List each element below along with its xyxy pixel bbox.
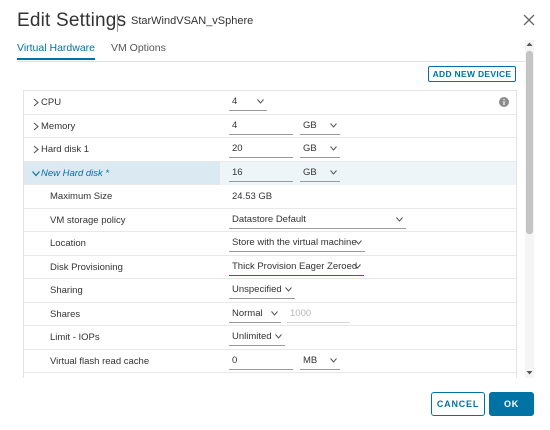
add-new-device-button[interactable]: ADD NEW DEVICE xyxy=(428,66,516,82)
chevron-down-icon xyxy=(396,216,403,222)
location-label: Location xyxy=(50,238,86,249)
limit-iops-row: Limit - IOPs Unlimited xyxy=(24,326,516,350)
scroll-down-arrow-icon[interactable] xyxy=(525,368,534,377)
close-icon[interactable] xyxy=(522,13,536,27)
chevron-right-icon[interactable] xyxy=(32,98,40,107)
location-row: Location Store with the virtual machine xyxy=(24,232,516,256)
location-select[interactable]: Store with the virtual machine xyxy=(229,235,365,252)
tabs-divider xyxy=(17,61,531,62)
limit-iops-select[interactable]: Unlimited xyxy=(229,329,285,346)
dialog-title: Edit Settings xyxy=(17,10,127,31)
memory-unit-select[interactable]: GB xyxy=(300,118,340,135)
chevron-down-icon[interactable] xyxy=(32,169,40,178)
hardware-list: CPU 4 Memory 4 GB Hard disk 1 20 GB New … xyxy=(23,90,517,378)
shares-row: Shares Normal 1000 xyxy=(24,302,516,326)
hard-disk-1-row: Hard disk 1 20 GB xyxy=(24,138,516,162)
chevron-down-icon xyxy=(354,263,361,269)
shares-select[interactable]: Normal xyxy=(229,306,281,323)
memory-row: Memory 4 GB xyxy=(24,114,516,138)
shares-amount-input[interactable]: 1000 xyxy=(287,306,350,323)
new-hard-disk-row: New Hard disk * 16 GB xyxy=(24,161,516,185)
hard-disk-1-size-input[interactable]: 20 xyxy=(229,141,293,158)
storage-policy-row: VM storage policy Datastore Default xyxy=(24,208,516,232)
title-divider xyxy=(117,14,118,32)
info-icon[interactable] xyxy=(499,97,509,107)
limit-iops-label: Limit - IOPs xyxy=(50,332,100,343)
chevron-down-icon xyxy=(330,357,337,363)
new-hard-disk-unit-select[interactable]: GB xyxy=(300,165,340,182)
chevron-down-icon xyxy=(257,99,264,104)
sharing-select[interactable]: Unspecified xyxy=(229,282,295,299)
chevron-down-icon xyxy=(330,146,337,151)
tab-virtual-hardware[interactable]: Virtual Hardware xyxy=(17,38,96,60)
tab-vm-options[interactable]: VM Options xyxy=(111,38,166,60)
edit-settings-dialog: Edit Settings StarWindVSAN_vSphere Virtu… xyxy=(0,0,550,430)
chevron-down-icon xyxy=(330,122,337,128)
memory-label: Memory xyxy=(41,120,76,132)
memory-input[interactable]: 4 xyxy=(229,118,293,135)
flash-cache-row: Virtual flash read cache 0 MB xyxy=(24,349,516,373)
disk-provisioning-row: Disk Provisioning Thick Provision Eager … xyxy=(24,255,516,279)
hard-disk-1-unit-select[interactable]: GB xyxy=(300,141,340,158)
cpu-row: CPU 4 xyxy=(24,91,516,115)
cpu-label: CPU xyxy=(41,97,62,108)
chevron-right-icon[interactable] xyxy=(32,145,40,154)
sharing-row: Sharing Unspecified xyxy=(24,279,516,303)
sharing-label: Sharing xyxy=(50,285,83,296)
chevron-down-icon xyxy=(271,310,278,316)
maximum-size-label: Maximum Size xyxy=(50,191,113,202)
chevron-down-icon xyxy=(285,287,292,292)
chevron-right-icon[interactable] xyxy=(32,122,40,131)
chevron-down-icon xyxy=(275,334,282,339)
chevron-down-icon xyxy=(355,240,362,245)
flash-cache-input[interactable]: 0 xyxy=(229,353,293,370)
hard-disk-1-label: Hard disk 1 xyxy=(41,144,90,155)
ok-button[interactable]: OK xyxy=(489,392,534,416)
flash-cache-label: Virtual flash read cache xyxy=(50,355,150,367)
maximum-size-value: 24.53 GB xyxy=(232,191,273,202)
scroll-up-arrow-icon[interactable] xyxy=(525,40,534,49)
storage-policy-label: VM storage policy xyxy=(50,214,126,226)
maximum-size-row: Maximum Size 24.53 GB xyxy=(24,185,516,209)
shares-label: Shares xyxy=(50,308,81,320)
cpu-select[interactable]: 4 xyxy=(229,94,267,111)
chevron-down-icon xyxy=(330,169,337,175)
new-hard-disk-size-input[interactable]: 16 xyxy=(229,165,293,182)
flash-cache-unit-select[interactable]: MB xyxy=(300,353,340,370)
new-hard-disk-label: New Hard disk * xyxy=(41,167,110,179)
vm-name: StarWindVSAN_vSphere xyxy=(131,15,254,27)
disk-provisioning-select[interactable]: Thick Provision Eager Zeroed xyxy=(229,259,364,276)
cancel-button[interactable]: CANCEL xyxy=(431,392,485,416)
storage-policy-select[interactable]: Datastore Default xyxy=(229,212,406,229)
scrollbar-thumb[interactable] xyxy=(526,51,533,234)
disk-provisioning-label: Disk Provisioning xyxy=(50,261,123,273)
